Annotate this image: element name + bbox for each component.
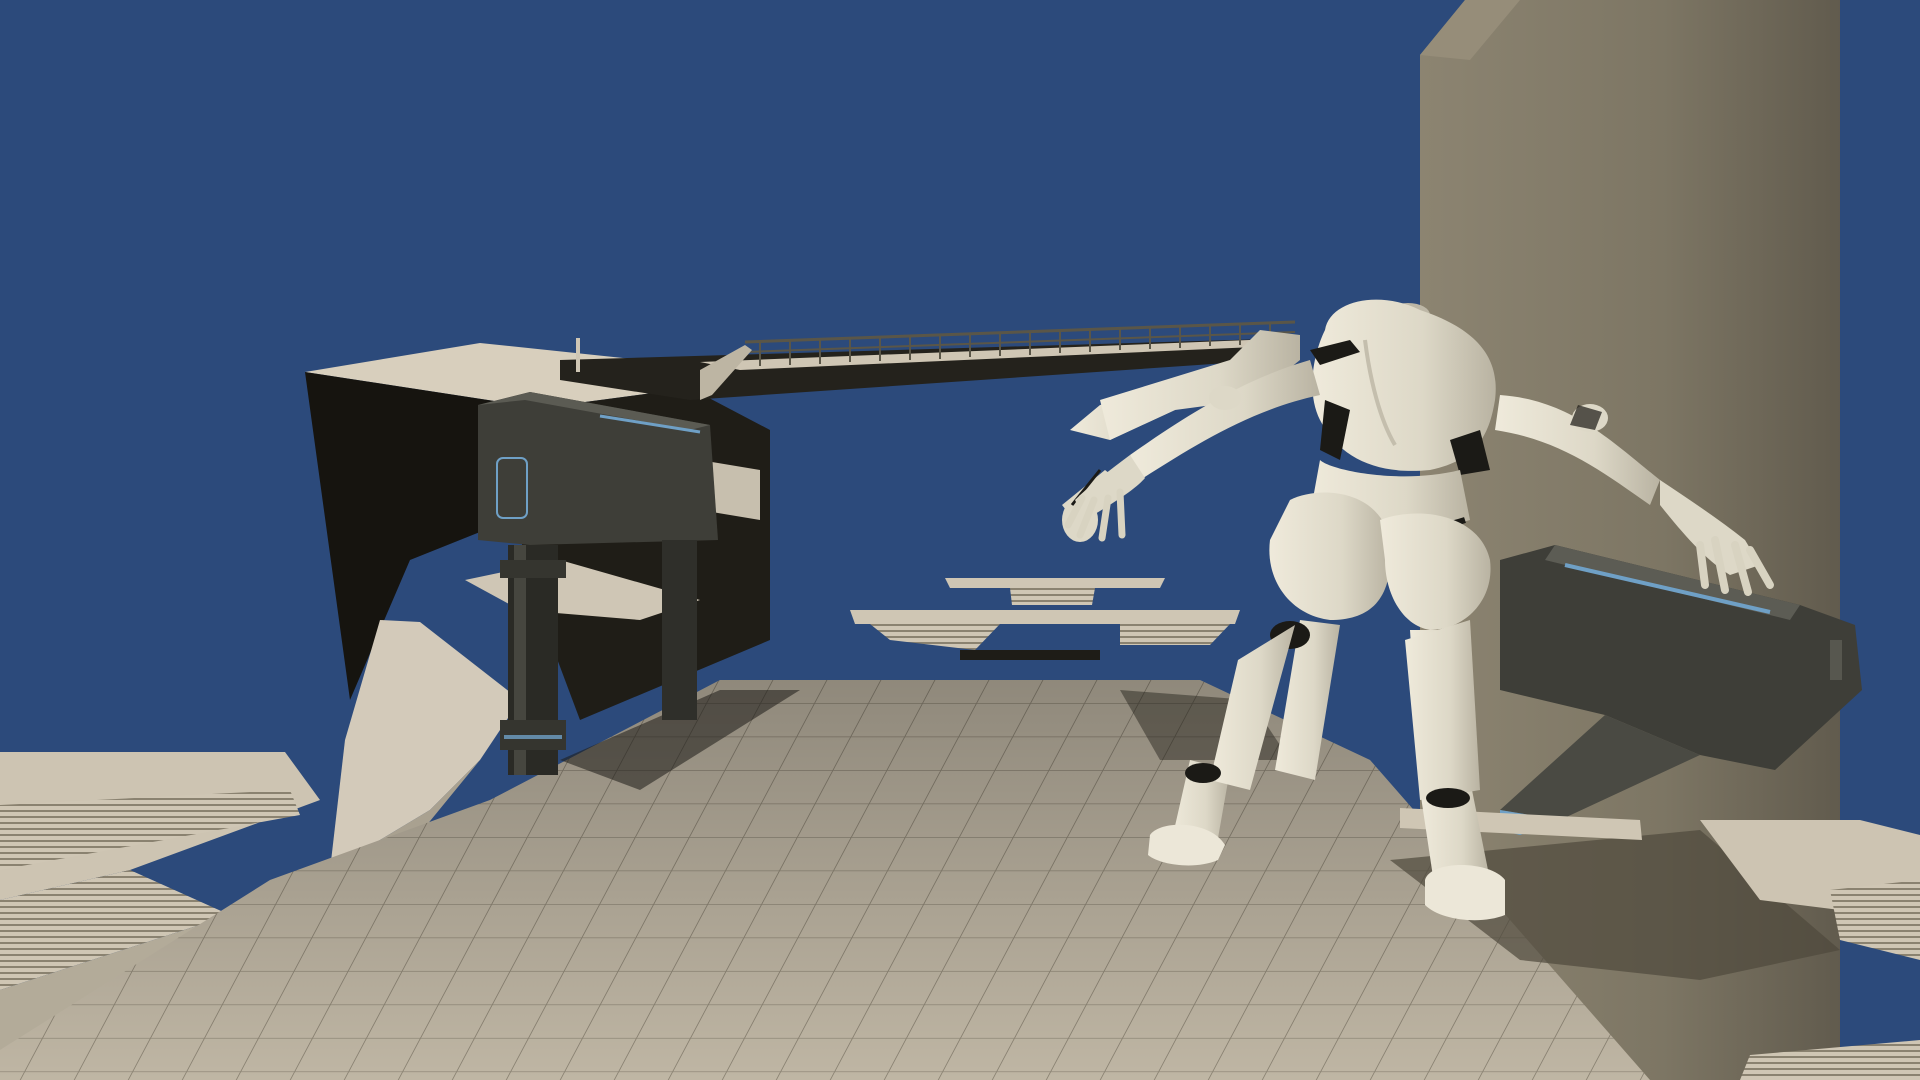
game-scene xyxy=(0,0,1920,1080)
game-viewport[interactable] xyxy=(0,0,1920,1080)
